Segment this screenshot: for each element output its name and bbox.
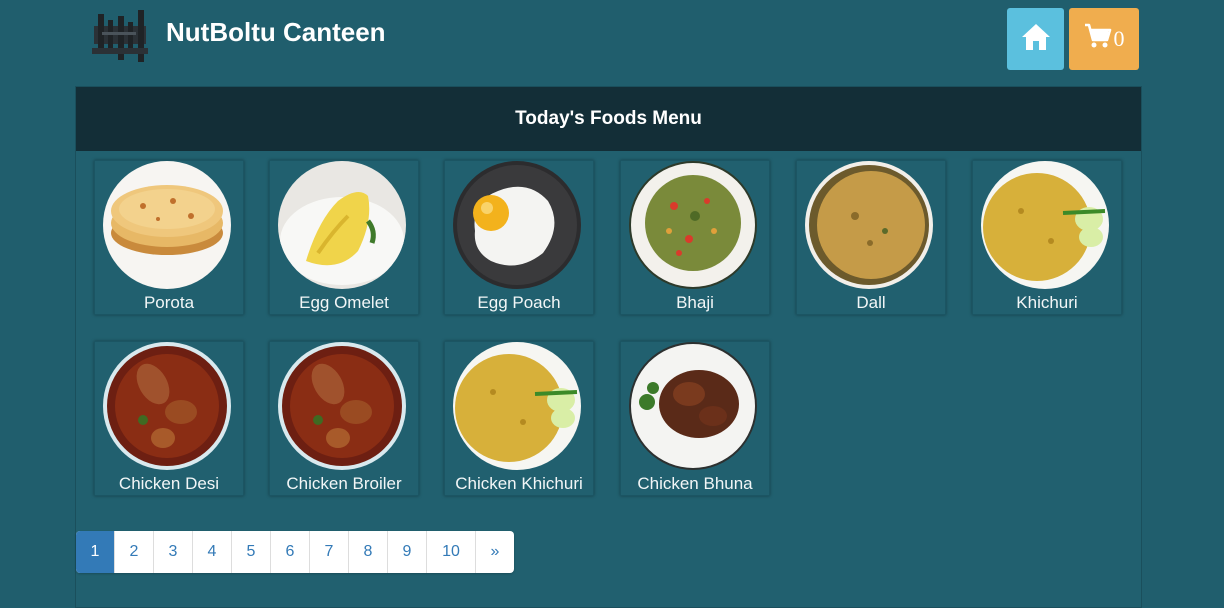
page-link-7[interactable]: 7 bbox=[309, 531, 348, 573]
page-link-1[interactable]: 1 bbox=[76, 531, 114, 573]
item-name[interactable]: Chicken Broiler bbox=[270, 474, 418, 494]
food-item-bhaji[interactable]: Bhaji bbox=[620, 160, 770, 315]
home-button[interactable] bbox=[1007, 8, 1064, 70]
item-name[interactable]: Chicken Bhuna bbox=[621, 474, 769, 494]
page-link-5[interactable]: 5 bbox=[231, 531, 270, 573]
item-name[interactable]: Dall bbox=[797, 293, 945, 313]
shopping-cart-icon bbox=[1084, 23, 1112, 55]
food-item-khichuri[interactable]: Khichuri bbox=[972, 160, 1122, 315]
header: NutBoltu Canteen 0 bbox=[0, 0, 1224, 80]
food-item-dall[interactable]: Dall bbox=[796, 160, 946, 315]
food-item-egg-poach[interactable]: Egg Poach bbox=[444, 160, 594, 315]
home-icon bbox=[1021, 23, 1051, 56]
brand-name[interactable]: NutBoltu Canteen bbox=[166, 17, 386, 48]
page-link-3[interactable]: 3 bbox=[153, 531, 192, 573]
page-link-9[interactable]: 9 bbox=[387, 531, 426, 573]
khichuri-image[interactable] bbox=[981, 161, 1109, 289]
page-link-8[interactable]: 8 bbox=[348, 531, 387, 573]
item-name[interactable]: Chicken Khichuri bbox=[445, 474, 593, 494]
menu-title: Today's Foods Menu bbox=[76, 87, 1141, 151]
item-name[interactable]: Bhaji bbox=[621, 293, 769, 313]
food-item-chicken-broiler[interactable]: Chicken Broiler bbox=[269, 341, 419, 496]
item-name[interactable]: Khichuri bbox=[973, 293, 1121, 313]
food-item-chicken-khichuri[interactable]: Chicken Khichuri bbox=[444, 341, 594, 496]
chicken-broiler-image[interactable] bbox=[278, 342, 406, 470]
logo[interactable] bbox=[88, 4, 152, 68]
page-link-2[interactable]: 2 bbox=[114, 531, 153, 573]
pagination: 1 2 3 4 5 6 7 8 9 10 » bbox=[76, 531, 514, 573]
item-name[interactable]: Porota bbox=[95, 293, 243, 313]
cart-button[interactable]: 0 bbox=[1069, 8, 1139, 70]
food-item-egg-omelet[interactable]: Egg Omelet bbox=[269, 160, 419, 315]
chicken-bhuna-image[interactable] bbox=[629, 342, 757, 470]
page-link-4[interactable]: 4 bbox=[192, 531, 231, 573]
bhaji-image[interactable] bbox=[629, 161, 757, 289]
food-item-porota[interactable]: Porota bbox=[94, 160, 244, 315]
page-link-10[interactable]: 10 bbox=[426, 531, 475, 573]
menu-panel: Today's Foods Menu Porota Egg Omelet Egg… bbox=[75, 86, 1142, 608]
item-name[interactable]: Egg Omelet bbox=[270, 293, 418, 313]
food-item-chicken-desi[interactable]: Chicken Desi bbox=[94, 341, 244, 496]
food-item-chicken-bhuna[interactable]: Chicken Bhuna bbox=[620, 341, 770, 496]
page-link-6[interactable]: 6 bbox=[270, 531, 309, 573]
egg-poach-image[interactable] bbox=[453, 161, 581, 289]
item-name[interactable]: Egg Poach bbox=[445, 293, 593, 313]
next-page-link[interactable]: » bbox=[475, 531, 514, 573]
egg-omelet-image[interactable] bbox=[278, 161, 406, 289]
chicken-desi-image[interactable] bbox=[103, 342, 231, 470]
porota-image[interactable] bbox=[103, 161, 231, 289]
cart-count: 0 bbox=[1113, 26, 1125, 51]
dall-image[interactable] bbox=[805, 161, 933, 289]
chicken-khichuri-image[interactable] bbox=[453, 342, 581, 470]
item-name[interactable]: Chicken Desi bbox=[95, 474, 243, 494]
